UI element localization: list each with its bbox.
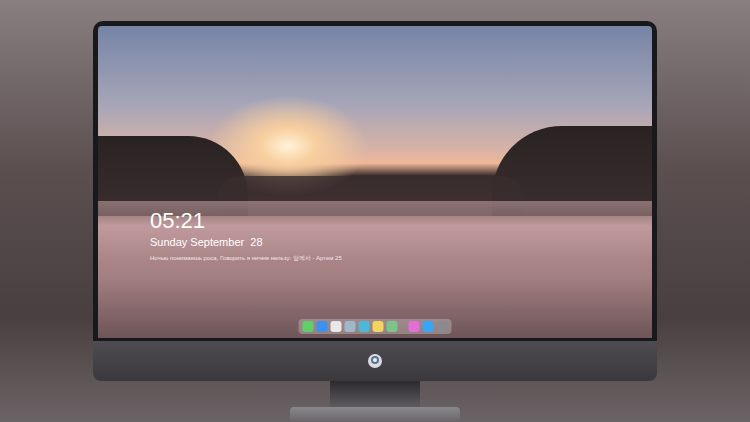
dock-app-icon[interactable]	[359, 321, 370, 332]
dock-app-icon[interactable]	[423, 321, 434, 332]
clock-date: Sunday September 28	[150, 235, 342, 249]
monitor-bezel: 05:21Sunday September 28 Ночью понимаешь …	[93, 21, 657, 341]
desktop-mockup: 05:21Sunday September 28 Ночью понимаешь …	[0, 0, 750, 422]
dock-app-icon[interactable]	[437, 321, 448, 332]
screen: 05:21Sunday September 28 Ночью понимаешь …	[98, 26, 652, 338]
dock-app-icon[interactable]	[303, 321, 314, 332]
dock-app-icon[interactable]	[345, 321, 356, 332]
dock-app-icon[interactable]	[331, 321, 342, 332]
lock-info: 05:21Sunday September 28 Ночью понимаешь …	[150, 208, 342, 262]
dock-app-icon[interactable]	[373, 321, 384, 332]
quote: Ночью понимаешь роса, Говорить я ничем н…	[150, 254, 342, 262]
dock	[299, 319, 452, 334]
monitor-base	[290, 407, 460, 421]
dock-app-icon[interactable]	[387, 321, 398, 332]
brand-logo-icon	[367, 353, 383, 369]
monitor-chin	[93, 341, 657, 381]
clock-time: 05:21	[150, 208, 342, 234]
dock-app-icon[interactable]	[317, 321, 328, 332]
dock-app-icon[interactable]	[409, 321, 420, 332]
monitor-neck	[330, 381, 420, 407]
